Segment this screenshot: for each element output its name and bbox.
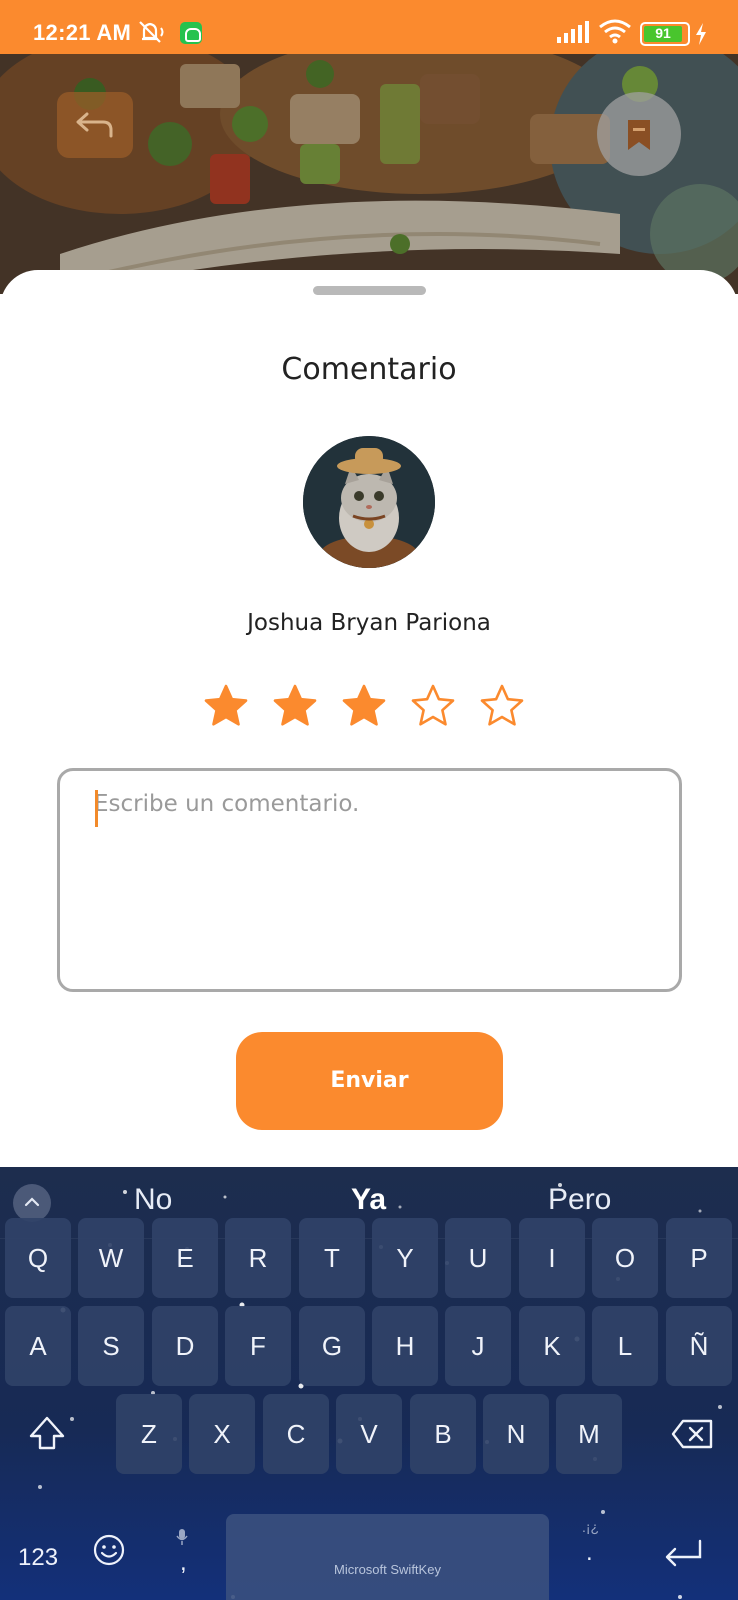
period-key[interactable]: .: [586, 1539, 593, 1567]
bookmark-icon: [628, 120, 650, 150]
battery-icon: 91: [640, 22, 690, 46]
key-n[interactable]: N: [483, 1394, 549, 1474]
wifi-icon: [599, 19, 631, 44]
punctuation-hint: .¡¿: [582, 1519, 600, 1535]
suggestion-center[interactable]: Ya: [351, 1183, 386, 1217]
app-notification-icon: [180, 22, 202, 44]
enter-key[interactable]: [662, 1539, 704, 1569]
mute-icon: [139, 21, 164, 43]
sheet-title: Comentario: [281, 352, 457, 387]
signal-icon: [557, 21, 589, 43]
numbers-key[interactable]: 123: [18, 1544, 58, 1572]
user-name: Joshua Bryan Pariona: [247, 610, 491, 636]
backspace-key[interactable]: [660, 1394, 724, 1474]
back-button[interactable]: [57, 92, 133, 158]
key-e[interactable]: E: [152, 1218, 218, 1298]
keyboard: No Ya Pero QWERTYUIOP ASDFGHJKLÑ ZXCVBNM 1…: [0, 1167, 738, 1600]
key-y[interactable]: Y: [372, 1218, 438, 1298]
status-bar: 12:21 AM 91: [0, 0, 738, 54]
cat-avatar-image: [303, 436, 435, 568]
star-filled-icon[interactable]: [272, 683, 318, 729]
chevron-up-icon: [24, 1197, 40, 1207]
key-p[interactable]: P: [666, 1218, 732, 1298]
suggestion-left[interactable]: No: [134, 1183, 172, 1217]
enter-icon: [665, 1539, 702, 1567]
key-g[interactable]: G: [299, 1306, 365, 1386]
comment-input[interactable]: [60, 771, 679, 989]
key-b[interactable]: B: [410, 1394, 476, 1474]
key-z[interactable]: Z: [116, 1394, 182, 1474]
emoji-icon: [93, 1534, 125, 1566]
status-time: 12:21 AM: [33, 20, 132, 45]
backspace-icon: [671, 1419, 713, 1449]
comment-box[interactable]: [57, 768, 682, 992]
microphone-icon: [176, 1525, 192, 1545]
emoji-key[interactable]: [92, 1533, 126, 1567]
key-ñ[interactable]: Ñ: [666, 1306, 732, 1386]
drag-handle[interactable]: [313, 286, 426, 295]
key-x[interactable]: X: [189, 1394, 255, 1474]
bookmark-button[interactable]: [597, 92, 681, 176]
key-s[interactable]: S: [78, 1306, 144, 1386]
key-j[interactable]: J: [445, 1306, 511, 1386]
key-k[interactable]: K: [519, 1306, 585, 1386]
text-cursor: [95, 790, 98, 827]
star-empty-icon[interactable]: [410, 683, 456, 729]
key-d[interactable]: D: [152, 1306, 218, 1386]
key-t[interactable]: T: [299, 1218, 365, 1298]
star-empty-icon[interactable]: [479, 683, 525, 729]
key-l[interactable]: L: [592, 1306, 658, 1386]
star-rating[interactable]: [203, 683, 543, 729]
key-r[interactable]: R: [225, 1218, 291, 1298]
space-key[interactable]: Microsoft SwiftKey: [226, 1514, 549, 1600]
suggestion-right[interactable]: Pero: [548, 1183, 611, 1217]
avatar: [303, 436, 435, 568]
recipe-hero-image: [0, 54, 738, 294]
comment-bottom-sheet: Comentario Joshua Bryan Pariona Enviar: [0, 270, 738, 1170]
shift-key[interactable]: [16, 1394, 78, 1474]
comma-key[interactable]: ,: [180, 1549, 187, 1577]
key-q[interactable]: Q: [5, 1218, 71, 1298]
key-o[interactable]: O: [592, 1218, 658, 1298]
key-u[interactable]: U: [445, 1218, 511, 1298]
key-v[interactable]: V: [336, 1394, 402, 1474]
send-button[interactable]: Enviar: [236, 1032, 503, 1130]
key-h[interactable]: H: [372, 1306, 438, 1386]
key-i[interactable]: I: [519, 1218, 585, 1298]
key-w[interactable]: W: [78, 1218, 144, 1298]
toolbar-toggle-button[interactable]: [13, 1184, 51, 1222]
shift-icon: [29, 1416, 65, 1450]
key-c[interactable]: C: [263, 1394, 329, 1474]
key-a[interactable]: A: [5, 1306, 71, 1386]
battery-level: 91: [655, 25, 671, 41]
back-arrow-icon: [76, 112, 113, 138]
star-filled-icon[interactable]: [203, 683, 249, 729]
key-m[interactable]: M: [556, 1394, 622, 1474]
space-key-label: Microsoft SwiftKey: [334, 1562, 441, 1577]
star-filled-icon[interactable]: [341, 683, 387, 729]
charging-bolt-icon: [696, 23, 706, 45]
key-f[interactable]: F: [225, 1306, 291, 1386]
